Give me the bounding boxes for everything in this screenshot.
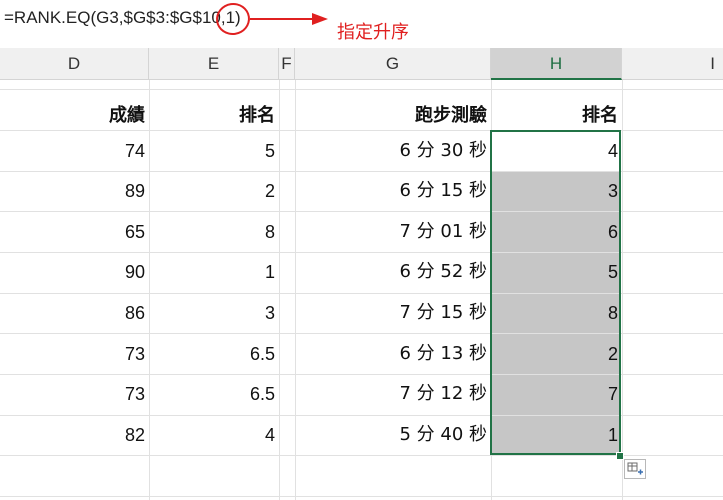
row-gridline xyxy=(0,455,723,456)
cell-e4[interactable]: 2 xyxy=(149,171,279,211)
cell-g5[interactable]: 7 分 01 秒 xyxy=(295,212,491,252)
cell-g7[interactable]: 7 分 15 秒 xyxy=(295,293,491,333)
column-header-g[interactable]: G xyxy=(295,48,491,80)
cell-d6[interactable]: 90 xyxy=(0,252,149,292)
column-gridline xyxy=(279,80,280,500)
cell-d10[interactable]: 82 xyxy=(0,415,149,455)
cell-e5[interactable]: 8 xyxy=(149,212,279,252)
cell-g9[interactable]: 7 分 12 秒 xyxy=(295,374,491,414)
column-header-f[interactable]: F xyxy=(279,48,295,80)
formula-text[interactable]: =RANK.EQ(G3,$G$3:$G$10,1) xyxy=(4,8,241,28)
cell-d3[interactable]: 74 xyxy=(0,131,149,171)
quick-analysis-icon xyxy=(627,462,643,475)
selection-border xyxy=(490,130,621,455)
cell-e6[interactable]: 1 xyxy=(149,252,279,292)
cell-g6[interactable]: 6 分 52 秒 xyxy=(295,252,491,292)
header-cell-score[interactable]: 成績 xyxy=(0,96,149,136)
cell-d4[interactable]: 89 xyxy=(0,171,149,211)
column-header-e[interactable]: E xyxy=(149,48,279,80)
header-cell-run-test[interactable]: 跑步測驗 xyxy=(295,96,491,136)
cell-e7[interactable]: 3 xyxy=(149,293,279,333)
cell-d5[interactable]: 65 xyxy=(0,212,149,252)
annotation-arrow-icon xyxy=(250,13,328,25)
column-header-d[interactable]: D xyxy=(0,48,149,80)
cell-e8[interactable]: 6.5 xyxy=(149,334,279,374)
annotation-circle xyxy=(213,0,253,38)
cell-d7[interactable]: 86 xyxy=(0,293,149,333)
cell-g8[interactable]: 6 分 13 秒 xyxy=(295,334,491,374)
cell-e3[interactable]: 5 xyxy=(149,131,279,171)
cell-e9[interactable]: 6.5 xyxy=(149,374,279,414)
annotation-label: 指定升序 xyxy=(337,22,409,43)
cell-g3[interactable]: 6 分 30 秒 xyxy=(295,131,491,171)
quick-analysis-button[interactable] xyxy=(624,459,646,479)
cell-e10[interactable]: 4 xyxy=(149,415,279,455)
column-header-i[interactable]: I xyxy=(622,48,723,80)
spreadsheet-grid[interactable]: D E F G H I 成績 排名 跑步測驗 排名 74 5 6 分 30 秒 … xyxy=(0,44,723,500)
row-gridline xyxy=(0,89,723,90)
cell-d9[interactable]: 73 xyxy=(0,374,149,414)
column-header-h[interactable]: H xyxy=(491,48,622,80)
fill-handle[interactable] xyxy=(616,452,624,460)
header-cell-rank[interactable]: 排名 xyxy=(149,96,279,136)
column-gridline xyxy=(622,80,623,500)
cell-g10[interactable]: 5 分 40 秒 xyxy=(295,415,491,455)
formula-bar[interactable]: =RANK.EQ(G3,$G$3:$G$10,1) 指定升序 xyxy=(0,0,723,44)
cell-g4[interactable]: 6 分 15 秒 xyxy=(295,171,491,211)
row-gridline xyxy=(0,496,723,497)
cell-d8[interactable]: 73 xyxy=(0,334,149,374)
